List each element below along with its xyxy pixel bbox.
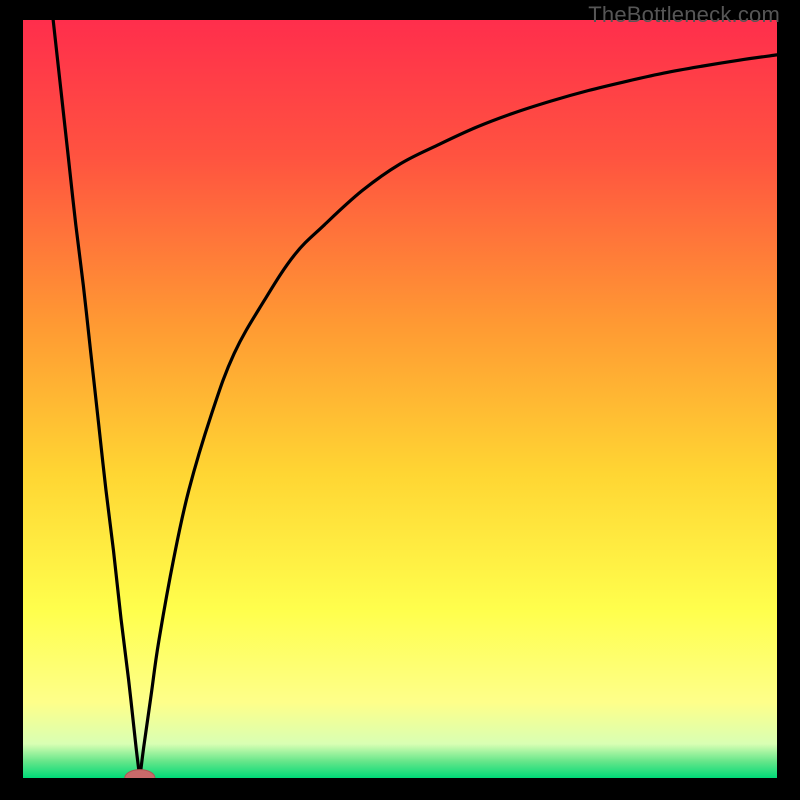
chart-frame: TheBottleneck.com: [0, 0, 800, 800]
watermark-text: TheBottleneck.com: [588, 2, 780, 28]
chart-svg: [23, 20, 777, 778]
plot-area: [23, 20, 777, 778]
gradient-background: [23, 20, 777, 778]
